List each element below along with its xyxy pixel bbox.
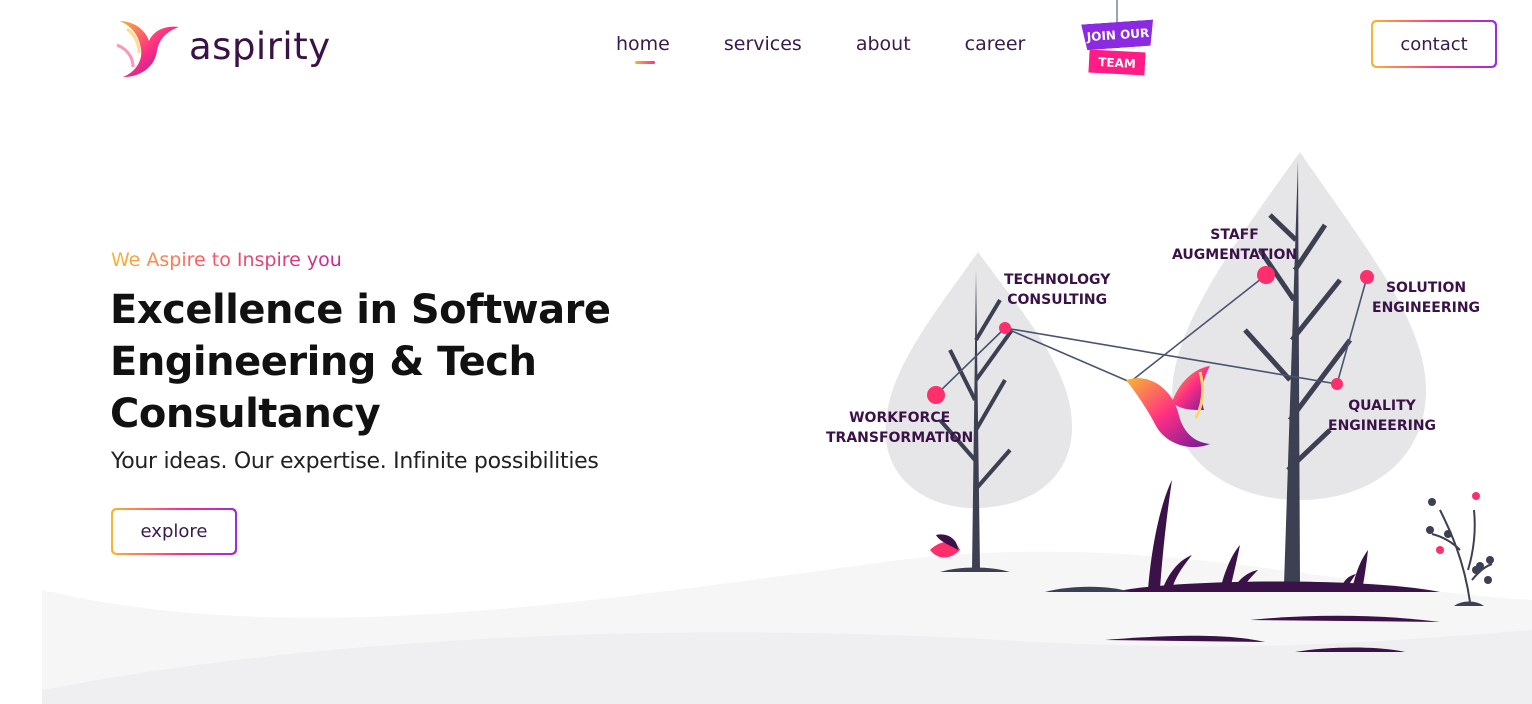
join-badge-line2: TEAM (1088, 49, 1146, 76)
service-line: TECHNOLOGY (1004, 272, 1111, 288)
page: aspirity home services about career JOIN… (0, 0, 1532, 704)
service-line: SOLUTION (1385, 280, 1467, 296)
headline-line-3: Consultancy (110, 391, 381, 437)
service-line: ENGINEERING (1372, 300, 1481, 316)
service-line: WORKFORCE (849, 410, 951, 426)
service-staff-augmentation[interactable]: STAFF AUGMENTATION (1172, 225, 1297, 265)
join-our-team-badge[interactable]: JOIN OUR TEAM (1078, 0, 1158, 80)
bird-logo-icon (116, 21, 179, 77)
nav-services[interactable]: services (724, 33, 802, 55)
service-workforce-transformation[interactable]: WORKFORCE TRANSFORMATION (826, 408, 973, 448)
service-technology-consulting[interactable]: TECHNOLOGY CONSULTING (1004, 270, 1110, 310)
join-badge-line1: JOIN OUR (1081, 20, 1155, 51)
hero-headline: Excellence in Software Engineering & Tec… (110, 284, 670, 440)
explore-button-label: explore (113, 510, 235, 553)
service-line: QUALITY (1348, 398, 1416, 414)
nav-career[interactable]: career (965, 33, 1026, 55)
hero-subline: Your ideas. Our expertise. Infinite poss… (111, 449, 599, 474)
nav-home[interactable]: home (616, 33, 670, 64)
hero-tagline: We Aspire to Inspire you (111, 249, 342, 271)
headline-line-2: Engineering & Tech (110, 339, 537, 385)
main-nav: home services about career (616, 33, 1079, 64)
service-line: TRANSFORMATION (826, 430, 974, 446)
service-quality-engineering[interactable]: QUALITY ENGINEERING (1328, 396, 1436, 436)
contact-button-label: contact (1373, 22, 1495, 66)
brand-logo[interactable]: aspirity (113, 14, 343, 82)
service-line: AUGMENTATION (1172, 247, 1298, 263)
headline-line-1: Excellence in Software (110, 287, 611, 333)
hero-illustration: TECHNOLOGY CONSULTING STAFF AUGMENTATION… (800, 140, 1532, 670)
explore-button[interactable]: explore (111, 508, 237, 555)
service-line: ENGINEERING (1328, 418, 1437, 434)
nav-about[interactable]: about (856, 33, 911, 55)
brand-name: aspirity (189, 24, 331, 68)
badge-string (1116, 0, 1118, 24)
service-solution-engineering[interactable]: SOLUTION ENGINEERING (1372, 278, 1480, 318)
service-line: CONSULTING (1007, 292, 1108, 308)
service-line: STAFF (1210, 227, 1259, 243)
contact-button[interactable]: contact (1371, 20, 1497, 68)
